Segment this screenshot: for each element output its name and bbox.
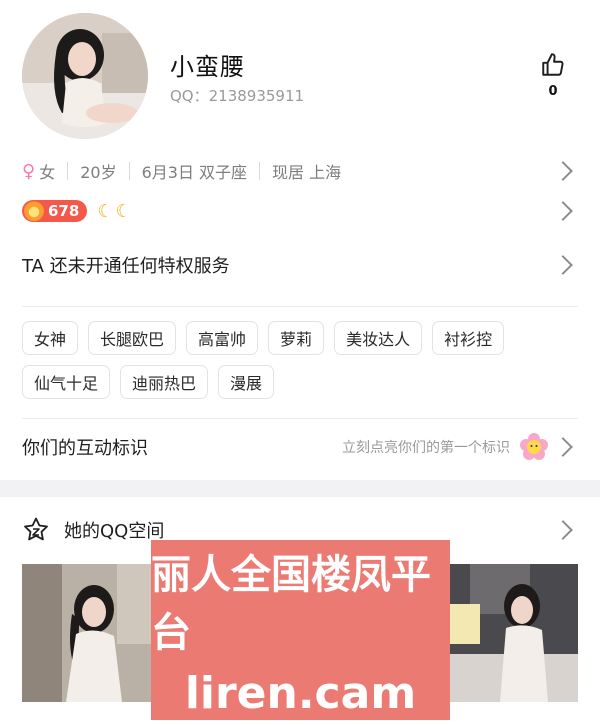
location-text: 现居 上海 bbox=[272, 163, 342, 182]
level-value: 678 bbox=[48, 202, 80, 220]
tag[interactable]: 衬衫控 bbox=[432, 321, 505, 355]
avatar-photo bbox=[22, 13, 148, 139]
tag[interactable]: 迪丽热巴 bbox=[120, 365, 209, 399]
qq-space-title: 她的QQ空间 bbox=[64, 521, 165, 542]
tag-list: 女神 长腿欧巴 高富帅 萝莉 美妆达人 衬衫控 仙气十足 迪丽热巴 漫展 bbox=[22, 321, 578, 399]
section-gap bbox=[0, 480, 600, 497]
tag[interactable]: 长腿欧巴 bbox=[88, 321, 177, 355]
moon-icon: ☾ bbox=[97, 200, 114, 222]
watermark-overlay: 丽人全国楼凤平台 liren.cam bbox=[151, 540, 450, 720]
photo-image bbox=[22, 564, 152, 702]
watermark-url: liren.cam bbox=[184, 667, 417, 719]
divider bbox=[259, 162, 261, 180]
watermark-title: 丽人全国楼凤平台 bbox=[151, 551, 431, 656]
sun-level-icon bbox=[24, 201, 44, 221]
chevron-right-icon bbox=[553, 520, 573, 540]
level-row[interactable]: 678 ☾ ☾ bbox=[22, 198, 578, 224]
chevron-right-icon bbox=[553, 255, 573, 275]
interaction-mark-row[interactable]: 你们的互动标识 立刻点亮你们的第一个标识 bbox=[22, 432, 578, 462]
profile-card: 小蛮腰 QQ：2138935911 0 ♀ 女 20岁 6月3日 双子座 现居 … bbox=[0, 0, 600, 480]
divider bbox=[67, 162, 69, 180]
profile-name: 小蛮腰 bbox=[170, 53, 245, 81]
section-divider bbox=[22, 306, 578, 307]
like-button[interactable]: 0 bbox=[536, 52, 570, 99]
tag[interactable]: 女神 bbox=[22, 321, 79, 355]
level-badge: 678 bbox=[22, 200, 88, 222]
chevron-right-icon bbox=[553, 437, 573, 457]
section-divider bbox=[22, 418, 578, 419]
privilege-text: TA 还未开通任何特权服务 bbox=[22, 256, 230, 277]
tag[interactable]: 高富帅 bbox=[186, 321, 259, 355]
interaction-hint: 立刻点亮你们的第一个标识 bbox=[342, 440, 510, 456]
age-text: 20岁 bbox=[80, 163, 117, 182]
flower-icon bbox=[520, 433, 548, 460]
privilege-row[interactable]: TA 还未开通任何特权服务 bbox=[22, 252, 578, 282]
chevron-right-icon bbox=[553, 161, 573, 181]
basic-info-row[interactable]: ♀ 女 20岁 6月3日 双子座 现居 上海 bbox=[22, 158, 578, 184]
like-count: 0 bbox=[548, 84, 558, 99]
tag[interactable]: 漫展 bbox=[218, 365, 275, 399]
interaction-title: 你们的互动标识 bbox=[22, 438, 148, 459]
tag[interactable]: 萝莉 bbox=[268, 321, 325, 355]
space-photo[interactable] bbox=[450, 564, 578, 702]
tag[interactable]: 仙气十足 bbox=[22, 365, 111, 399]
thumbs-up-icon bbox=[542, 53, 564, 76]
avatar[interactable] bbox=[22, 13, 148, 139]
photo-image bbox=[450, 564, 578, 702]
gender-text: 女 bbox=[39, 163, 56, 182]
divider bbox=[128, 162, 130, 180]
space-photo[interactable] bbox=[22, 564, 152, 702]
star-icon bbox=[24, 517, 48, 541]
female-icon: ♀ bbox=[22, 160, 36, 182]
chevron-right-icon bbox=[553, 201, 573, 221]
moon-icon: ☾ bbox=[115, 200, 132, 222]
qq-number: QQ：2138935911 bbox=[170, 87, 305, 105]
birthday-text: 6月3日 双子座 bbox=[141, 163, 248, 182]
tag[interactable]: 美妆达人 bbox=[334, 321, 423, 355]
